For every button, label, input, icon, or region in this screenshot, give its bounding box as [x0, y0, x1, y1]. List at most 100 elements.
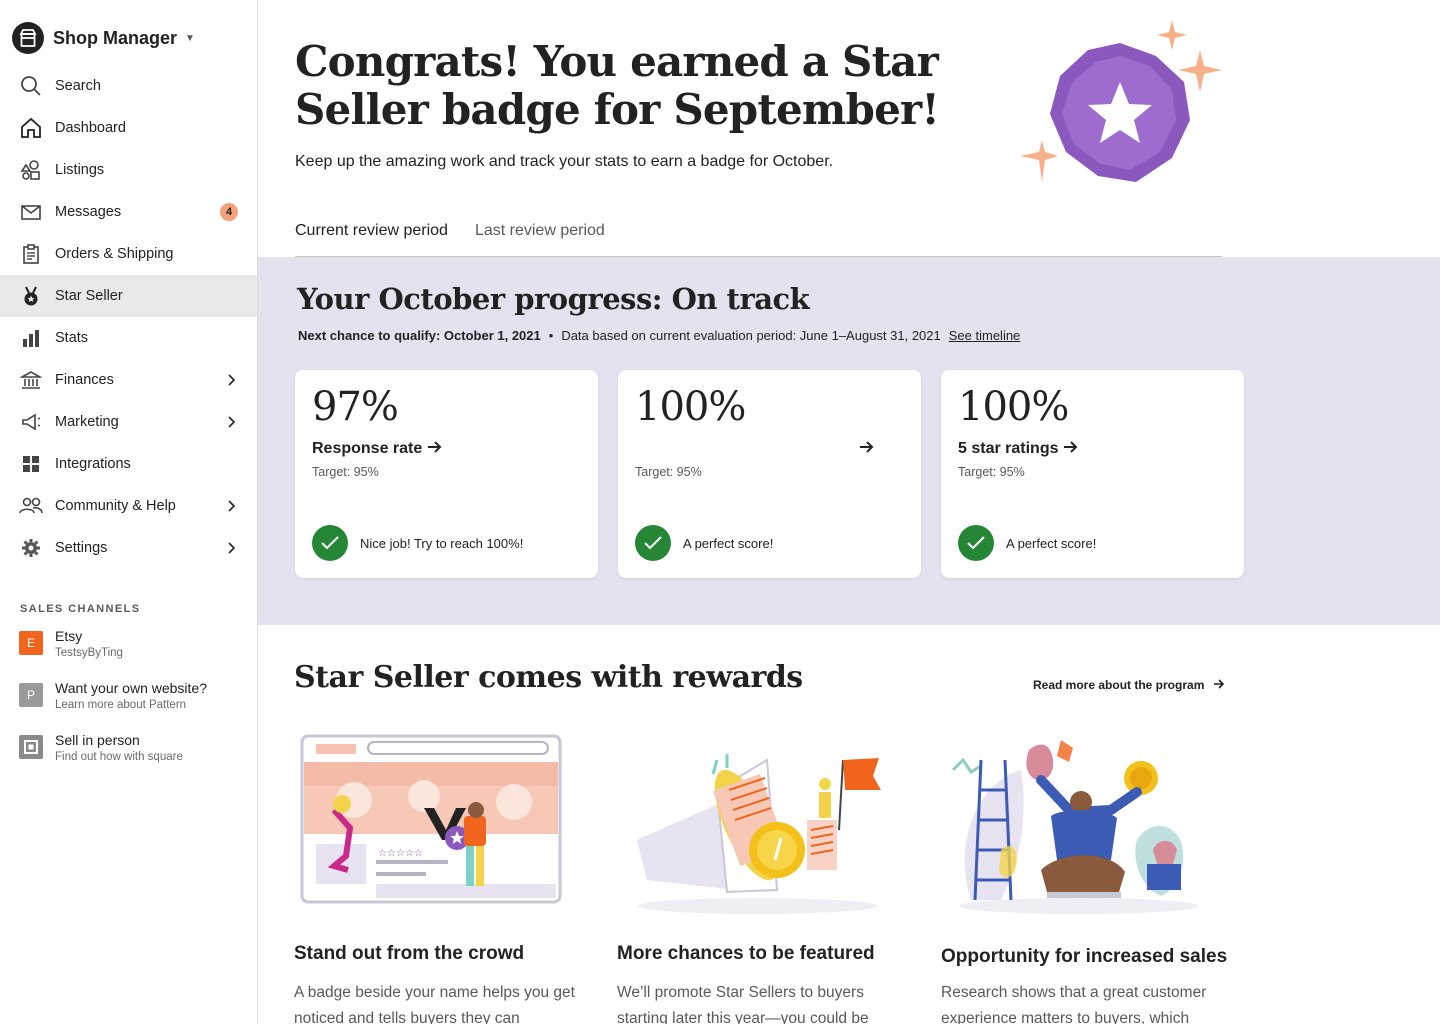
- sidebar: Shop Manager ▼ Search Dashboard Listings: [0, 0, 258, 1024]
- check-circle-icon: [635, 525, 671, 561]
- sidebar-item-integrations[interactable]: Integrations: [0, 443, 257, 485]
- reward-heading: Stand out from the crowd: [294, 943, 525, 964]
- arrow-right-icon: [860, 440, 874, 458]
- sidebar-item-label: Messages: [55, 204, 122, 220]
- read-more-link[interactable]: Read more about the program: [1033, 678, 1225, 692]
- sidebar-item-stats[interactable]: Stats: [0, 317, 257, 359]
- evaluation-period-note: Data based on current evaluation period:…: [561, 328, 941, 343]
- bank-icon: [19, 368, 43, 392]
- sidebar-item-settings[interactable]: Settings: [0, 527, 257, 569]
- gear-icon: [19, 536, 43, 560]
- metric-label: Response rate: [312, 440, 423, 457]
- metric-status: A perfect score!: [635, 525, 773, 561]
- home-icon: [19, 116, 43, 140]
- page-title: Congrats! You earned a Star Seller badge…: [295, 37, 940, 134]
- sales-channels-heading: SALES CHANNELS: [20, 603, 141, 615]
- metric-label: 5 star ratings: [958, 440, 1059, 457]
- check-circle-icon: [312, 525, 348, 561]
- sidebar-item-messages[interactable]: Messages 4: [0, 191, 257, 233]
- sidebar-item-label: Community & Help: [55, 498, 176, 514]
- reward-heading: More chances to be featured: [617, 943, 875, 964]
- progress-title: Your October progress: On track: [297, 282, 810, 316]
- sidebar-item-label: Orders & Shipping: [55, 246, 174, 262]
- caret-down-icon: ▼: [185, 32, 195, 44]
- sidebar-item-orders-shipping[interactable]: Orders & Shipping: [0, 233, 257, 275]
- metric-percent: 100%: [958, 384, 1069, 430]
- mail-icon: [19, 200, 43, 224]
- shop-manager-menu[interactable]: Shop Manager ▼: [12, 21, 195, 55]
- metric-status: Nice job! Try to reach 100%!: [312, 525, 523, 561]
- medal-icon: [19, 284, 43, 308]
- star-seller-badge-illustration: [1020, 20, 1222, 182]
- svg-text:☆☆☆☆☆: ☆☆☆☆☆: [378, 848, 423, 859]
- sidebar-item-star-seller[interactable]: Star Seller: [0, 275, 257, 317]
- sidebar-item-search[interactable]: Search: [0, 65, 257, 107]
- sidebar-item-dashboard[interactable]: Dashboard: [0, 107, 257, 149]
- sidebar-item-marketing[interactable]: Marketing: [0, 401, 257, 443]
- meta-separator: •: [548, 328, 554, 343]
- metric-link[interactable]: [854, 440, 874, 458]
- five-star-ratings-link[interactable]: 5 star ratings: [958, 440, 1078, 458]
- metric-card-five-star-ratings: 100% 5 star ratings Target: 95% A perfec…: [941, 370, 1244, 578]
- tabs-divider: [295, 256, 1222, 257]
- sidebar-item-label: Stats: [55, 330, 89, 346]
- page-subtitle: Keep up the amazing work and track your …: [295, 153, 834, 170]
- metric-target: Target: 95%: [635, 465, 702, 479]
- arrow-right-icon: [1214, 678, 1225, 692]
- sidebar-item-label: Star Seller: [55, 288, 123, 304]
- grid-icon: [19, 452, 43, 476]
- featured-illustration: [637, 754, 881, 914]
- clipboard-icon: [19, 242, 43, 266]
- megaphone-icon: [19, 410, 43, 434]
- reward-description: A badge beside your name helps you get n…: [294, 984, 575, 1024]
- sidebar-item-label: Search: [55, 78, 101, 94]
- tab-last-review-period[interactable]: Last review period: [475, 222, 605, 258]
- reward-heading: Opportunity for increased sales: [941, 946, 1228, 967]
- chevron-right-icon: [223, 372, 239, 388]
- sidebar-item-label: Marketing: [55, 414, 119, 430]
- sidebar-item-listings[interactable]: Listings: [0, 149, 257, 191]
- sidebar-item-label: Finances: [55, 372, 114, 388]
- shop-manager-title: Shop Manager: [53, 27, 178, 48]
- sidebar-nav: Search Dashboard Listings Messages 4 Ord…: [0, 65, 257, 569]
- channel-etsy[interactable]: E Etsy TestsyByTing: [19, 627, 123, 661]
- see-timeline-link[interactable]: See timeline: [949, 328, 1021, 343]
- metric-status-text: Nice job! Try to reach 100%!: [360, 535, 524, 551]
- people-icon: [19, 494, 43, 518]
- channel-title: Etsy: [55, 628, 83, 644]
- reward-description: We’ll promote Star Sellers to buyers sta…: [617, 984, 869, 1024]
- review-period-tabs: Current review period Last review period: [295, 222, 1222, 258]
- sidebar-item-community-help[interactable]: Community & Help: [0, 485, 257, 527]
- metric-status-text: A perfect score!: [1006, 535, 1097, 551]
- sidebar-item-finances[interactable]: Finances: [0, 359, 257, 401]
- sidebar-item-label: Listings: [55, 162, 105, 178]
- chevron-right-icon: [223, 498, 239, 514]
- reward-description: Research shows that a great customer exp…: [941, 984, 1207, 1024]
- channel-title: Want your own website?: [55, 680, 207, 696]
- square-channel-icon: [19, 735, 43, 759]
- arrow-right-icon: [428, 440, 442, 458]
- metric-status: A perfect score!: [958, 525, 1096, 561]
- unread-count-badge: 4: [220, 203, 238, 221]
- arrow-right-icon: [1064, 440, 1078, 458]
- next-qualify-date: Next chance to qualify: October 1, 2021: [298, 328, 541, 343]
- metric-target: Target: 95%: [958, 465, 1025, 479]
- channel-title: Sell in person: [55, 732, 140, 748]
- metric-percent: 97%: [312, 384, 399, 430]
- etsy-channel-icon: E: [19, 631, 43, 655]
- channel-subtitle: TestsyByTing: [55, 647, 123, 659]
- metric-card-response-rate: 97% Response rate Target: 95% Nice job! …: [295, 370, 598, 578]
- listings-icon: [19, 158, 43, 182]
- increased-sales-illustration: [951, 740, 1199, 914]
- metric-target: Target: 95%: [312, 465, 379, 479]
- channel-subtitle: Learn more about Pattern: [55, 699, 187, 711]
- search-icon: [19, 74, 43, 98]
- shop-logo-icon: [12, 22, 44, 54]
- channel-square[interactable]: Sell in person Find out how with square: [19, 731, 183, 765]
- tab-current-review-period[interactable]: Current review period: [295, 222, 448, 258]
- channel-pattern[interactable]: P Want your own website? Learn more abou…: [19, 679, 207, 713]
- stand-out-illustration: ☆☆☆☆☆: [300, 734, 562, 904]
- bar-chart-icon: [19, 326, 43, 350]
- rewards-title: Star Seller comes with rewards: [294, 660, 803, 695]
- response-rate-link[interactable]: Response rate: [312, 440, 442, 458]
